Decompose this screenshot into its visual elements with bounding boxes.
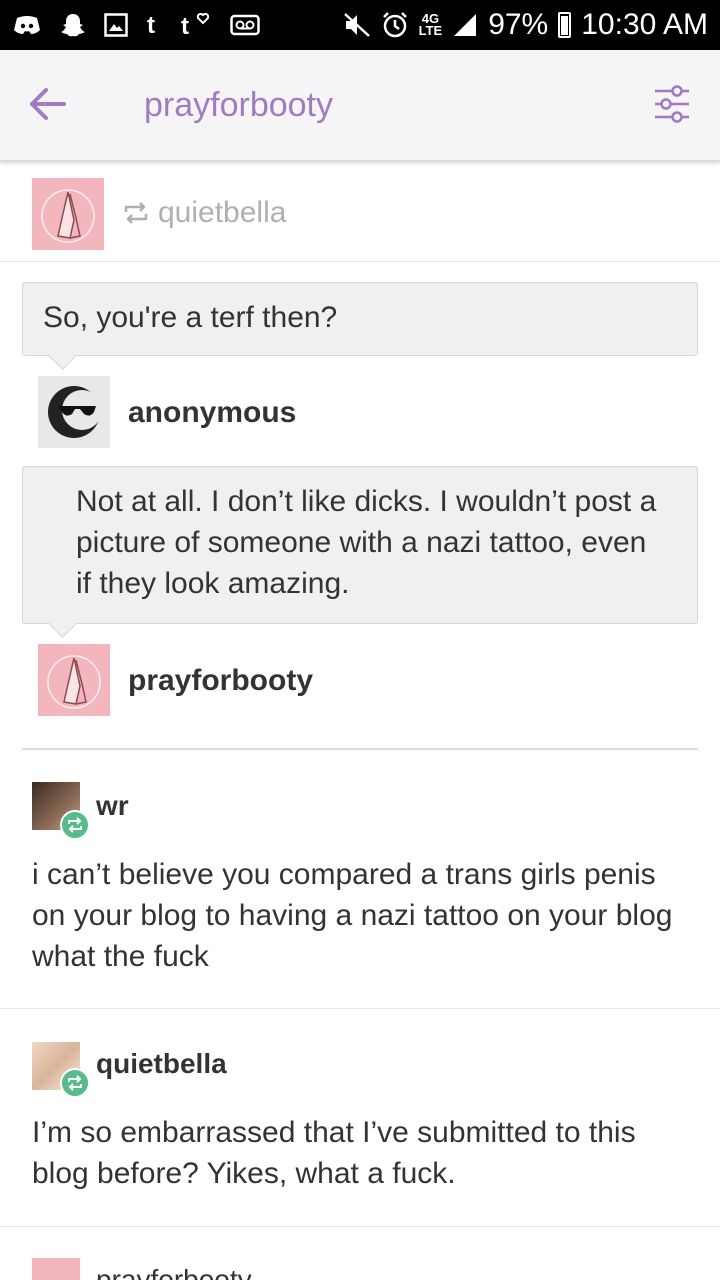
back-button[interactable] [26, 82, 70, 126]
reblog-header: quietbella [0, 164, 720, 262]
tumblr-icon: t [146, 13, 162, 37]
reblog-author-name[interactable]: wr [96, 790, 129, 822]
battery-percent: 97% [488, 8, 549, 41]
battery-icon [558, 12, 572, 38]
blog-title[interactable]: prayforbooty [144, 86, 333, 125]
ask-question-bubble: So, you're a terf then? [22, 282, 698, 356]
tumblr-notify-icon: t [180, 12, 212, 38]
prayforbooty-avatar[interactable] [32, 1258, 80, 1280]
praying-hands-icon [41, 189, 95, 243]
discord-icon [12, 14, 42, 36]
ask-question-text: So, you're a terf then? [43, 301, 338, 334]
sliders-icon [655, 85, 689, 123]
app-bar: prayforbooty [0, 50, 720, 162]
voicemail-icon [230, 14, 260, 36]
reblog-author-name[interactable]: prayforbooty [96, 1264, 252, 1280]
reblog-badge [60, 810, 90, 840]
mute-icon [343, 12, 371, 38]
reblog-source-name[interactable]: quietbella [158, 196, 286, 230]
gallery-icon [104, 13, 128, 37]
network-type-icon: 4G LTE [418, 11, 443, 38]
reblog-icon [124, 202, 148, 224]
signal-icon [452, 12, 478, 38]
answer-text: Not at all. I don’t like dicks. I wouldn… [76, 485, 657, 600]
reblog-badge [60, 1068, 90, 1098]
reblog-comment-text: I’m so embarrassed that I’ve submitted t… [32, 1116, 636, 1190]
post-separator [0, 1226, 720, 1227]
snapchat-icon [60, 12, 86, 38]
divider [22, 748, 698, 750]
notification-icons: t t [0, 12, 260, 38]
asker-name: anonymous [128, 396, 297, 429]
reblog-icon [68, 1075, 82, 1091]
settings-button[interactable] [652, 82, 692, 126]
answer-author-name[interactable]: prayforbooty [128, 664, 313, 698]
reblog-comment-text: i can’t believe you compared a trans gir… [32, 858, 673, 973]
answer-author-avatar[interactable] [38, 644, 110, 716]
clock: 10:30 AM [581, 8, 708, 41]
praying-hands-icon [47, 655, 101, 709]
prayforbooty-avatar[interactable] [32, 178, 104, 250]
back-arrow-icon [30, 88, 66, 120]
reblog-icon [68, 817, 82, 833]
reblog-author-name[interactable]: quietbella [96, 1048, 227, 1080]
anonymous-avatar [38, 376, 110, 448]
svg-text:t: t [147, 13, 155, 37]
svg-text:t: t [181, 13, 189, 38]
status-bar: t t 4G LTE 97% 10:30 AM [0, 0, 720, 50]
post-separator [0, 1008, 720, 1009]
anonymous-sunglasses-icon [48, 386, 102, 438]
system-indicators: 4G LTE 97% 10:30 AM [343, 8, 720, 42]
answer-bubble: Not at all. I don’t like dicks. I wouldn… [22, 466, 698, 624]
alarm-icon [381, 11, 409, 39]
